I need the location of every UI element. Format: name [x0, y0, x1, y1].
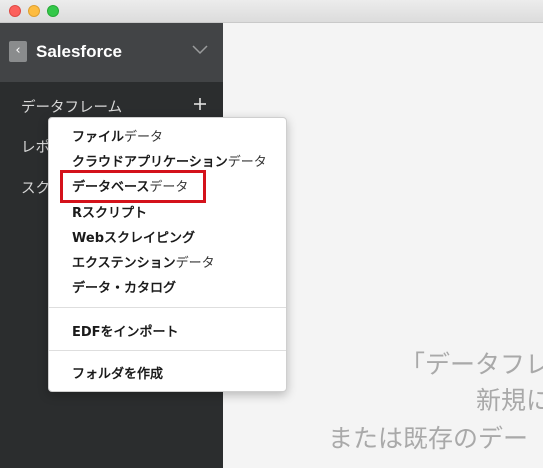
menu-item-label: ファイル — [72, 130, 125, 145]
menu-item-suffix: データ — [175, 256, 215, 271]
plus-icon[interactable] — [193, 97, 207, 111]
menu-item-label: フォルダを作成 — [72, 367, 164, 382]
minimize-window-button[interactable] — [28, 5, 40, 17]
menu-item-suffix: データ — [227, 155, 267, 170]
chevron-down-icon[interactable] — [192, 45, 208, 55]
empty-state-line: 新規に — [476, 386, 543, 415]
menu-item-label: データ・カタログ — [72, 281, 177, 296]
menu-item-label: EDFをインポート — [72, 325, 179, 340]
menu-item-suffix: データ — [124, 130, 164, 145]
menu-item-label: クラウドアプリケーション — [72, 155, 228, 170]
menu-item-cloud-app-data[interactable]: クラウドアプリケーションデータ — [72, 151, 267, 170]
menu-item-r-script[interactable]: Rスクリプト — [72, 202, 147, 221]
menu-item-label: Rスクリプト — [72, 206, 148, 221]
menu-divider — [49, 350, 286, 351]
menu-item-extension-data[interactable]: エクステンションデータ — [72, 252, 215, 271]
empty-state-line: 「データフレ — [400, 350, 543, 379]
sidebar-header: ‹ Salesforce — [0, 23, 223, 82]
menu-item-web-scraping[interactable]: Webスクレイピング — [72, 227, 195, 246]
sidebar-item-dataframes[interactable]: データフレーム — [21, 96, 141, 117]
empty-state-line: または既存のデー — [328, 424, 529, 453]
window-titlebar — [0, 0, 543, 23]
back-button[interactable]: ‹ — [9, 41, 27, 62]
menu-item-create-folder[interactable]: フォルダを作成 — [72, 363, 163, 382]
menu-item-data-catalog[interactable]: データ・カタログ — [72, 277, 176, 296]
highlight-box — [60, 170, 206, 203]
project-title: Salesforce — [36, 42, 122, 61]
zoom-window-button[interactable] — [47, 5, 59, 17]
menu-item-label: Webスクレイピング — [72, 231, 195, 246]
menu-item-file-data[interactable]: ファイルデータ — [72, 126, 163, 145]
add-dataframe-menu: ファイルデータ クラウドアプリケーションデータ データベースデータ Rスクリプト… — [48, 117, 287, 392]
menu-item-label: エクステンション — [72, 256, 176, 271]
menu-divider — [49, 307, 286, 308]
chevron-left-icon: ‹ — [15, 43, 21, 58]
menu-item-import-edf[interactable]: EDFをインポート — [72, 321, 179, 340]
close-window-button[interactable] — [9, 5, 21, 17]
